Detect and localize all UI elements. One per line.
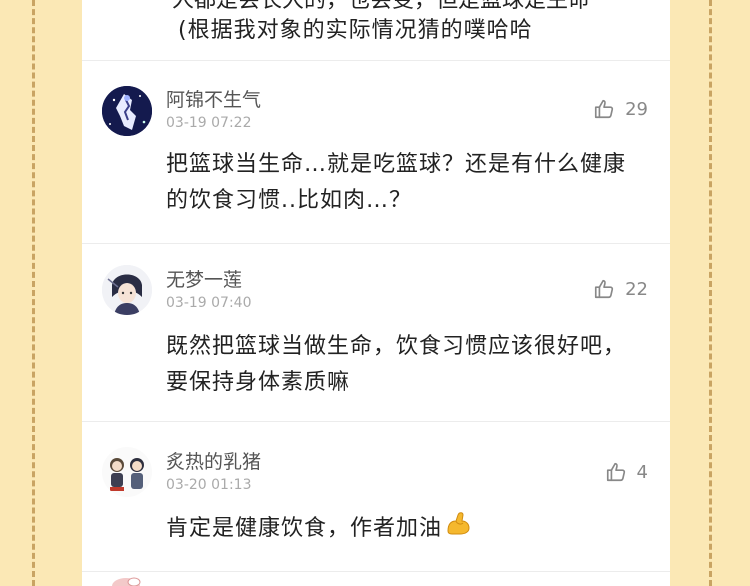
anime-character-avatar[interactable] [102, 265, 152, 315]
right-frame [706, 0, 750, 586]
galaxy-character-avatar[interactable] [102, 86, 152, 136]
comment-username[interactable]: 阿锦不生气 [166, 85, 261, 112]
comment-text-row: 肯定是健康饮食，作者加油 [166, 509, 646, 549]
comment-date: 03-19 07:40 [166, 295, 252, 311]
left-dashed-border [32, 0, 35, 586]
comment-username[interactable]: 炙热的乳猪 [166, 447, 261, 474]
thumbs-up-icon [606, 462, 625, 482]
thumbs-up-icon [595, 99, 614, 119]
flexed-biceps-icon [444, 509, 472, 549]
comment-text: 既然把篮球当做生命，饮食习惯应该很好吧，要保持身体素质嘛 [166, 334, 627, 395]
comment-date: 03-19 07:22 [166, 115, 252, 131]
like-count: 29 [625, 98, 648, 120]
comment-item: 炙热的乳猪 03-20 01:13 4 肯定是健康饮食，作者加油 [82, 421, 670, 572]
thumbs-up-icon [595, 279, 614, 299]
comment-text: 肯定是健康饮食，作者加油 [166, 516, 443, 541]
like-button[interactable]: 22 [593, 278, 648, 300]
previous-comment-tail: 人都是会长大的，也会变，但是篮球是生命 (根据我对象的实际情况猜的噗哈哈 [82, 0, 670, 61]
comment-item: 无梦一莲 03-19 07:40 22 既然把篮球当做生命，饮食习惯应该很好吧，… [82, 243, 670, 422]
comment-username[interactable]: 无梦一莲 [166, 265, 242, 292]
comment-text: 把篮球当生命…就是吃篮球？还是有什么健康的饮食习惯..比如肉…？ [166, 152, 627, 213]
previous-comment-text: (根据我对象的实际情况猜的噗哈哈 [178, 18, 533, 43]
comments-panel: 人都是会长大的，也会变，但是篮球是生命 (根据我对象的实际情况猜的噗哈哈 阿锦不… [82, 0, 670, 586]
comment-date: 03-20 01:13 [166, 477, 252, 493]
like-button[interactable]: 4 [605, 461, 648, 483]
like-button[interactable]: 29 [593, 98, 648, 120]
two-chibi-characters-avatar[interactable] [102, 447, 152, 497]
comment-item: 阿锦不生气 03-19 07:22 29 把篮球当生命…就是吃篮球？还是有什么健… [82, 61, 670, 244]
like-count: 4 [636, 461, 648, 483]
like-count: 22 [625, 278, 648, 300]
next-comment-avatar-partial [104, 572, 164, 586]
right-dashed-border [709, 0, 712, 586]
